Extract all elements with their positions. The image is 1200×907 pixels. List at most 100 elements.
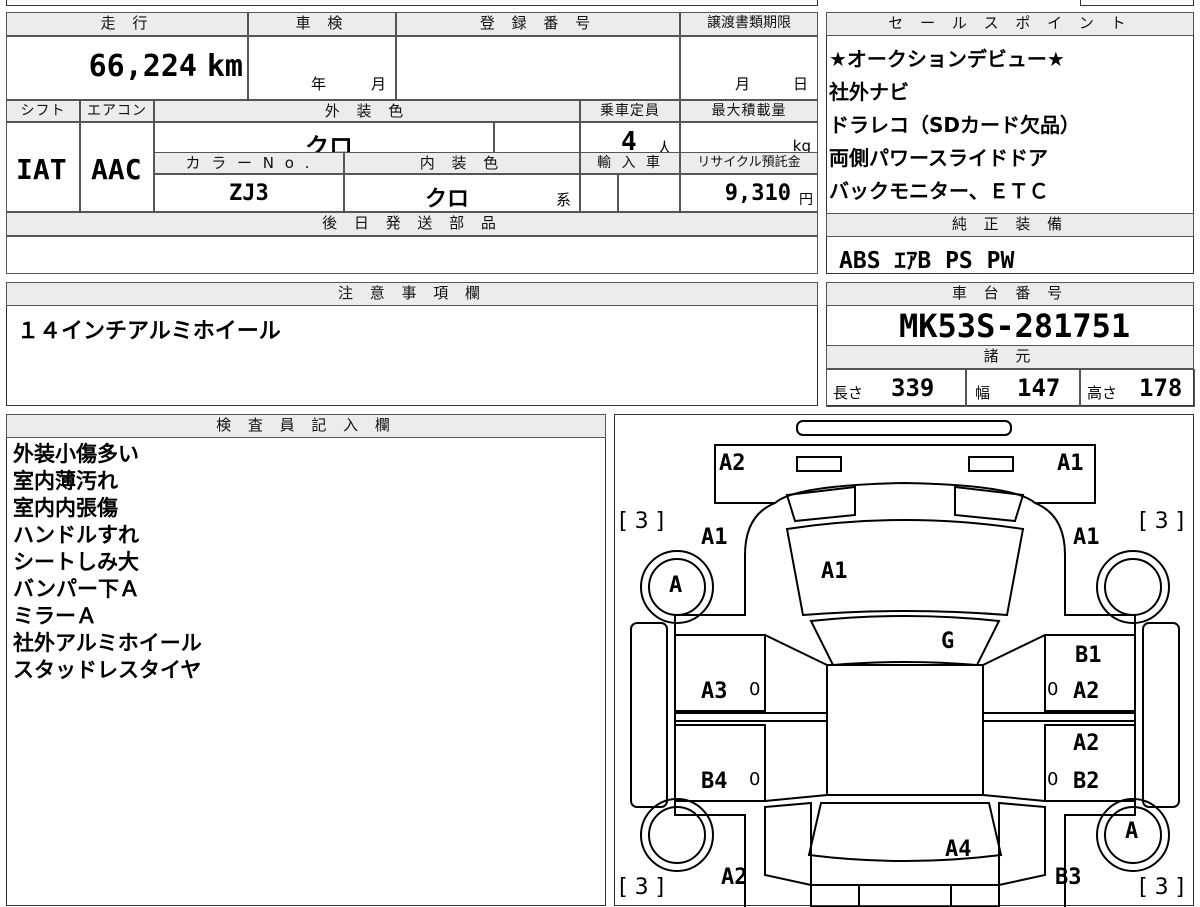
tire-tread-fl: [ 3 ] (619, 509, 665, 534)
damage-zero-mark: 0 (1047, 769, 1059, 790)
equipment-header: 純 正 装 備 (826, 213, 1194, 237)
car-outline-diagram (630, 420, 1180, 907)
aircon-value: AAC (91, 153, 142, 186)
width-cell: 幅 147 (966, 369, 1080, 407)
sales-points-header: セ ー ル ス ポ イ ン ト (826, 12, 1194, 36)
sales-points-panel: セ ー ル ス ポ イ ン ト ★オークションデビュー★ 社外ナビ ドラレコ（S… (826, 12, 1194, 274)
notes-header: 注 意 事 項 欄 (6, 282, 818, 306)
transfer-month-unit: 月 (735, 75, 751, 93)
damage-zero-mark: 0 (1047, 679, 1059, 700)
damage-zero-mark: 0 (749, 769, 761, 790)
inspection-year-unit: 年 (311, 75, 327, 93)
mileage-unit: km (206, 49, 243, 84)
import-cell-a (580, 174, 618, 212)
height-label: 高さ (1087, 384, 1118, 402)
tire-tread-fr: [ 3 ] (1139, 509, 1185, 534)
width-value: 147 (1017, 374, 1061, 402)
top-clipped-strip (6, 0, 818, 6)
color-no-cell: ZJ3 (154, 174, 344, 212)
interior-color-suffix: 系 (555, 191, 571, 209)
aircon-cell: AAC (80, 122, 154, 212)
inspection-month-unit: 月 (371, 75, 387, 93)
import-cell-b (618, 174, 680, 212)
transfer-deadline-cell: 月 日 (680, 36, 818, 100)
recycle-value: 9,310 (724, 181, 791, 206)
damage-rear-right-quarter: B3 (1055, 865, 1082, 890)
registration-header: 登 録 番 号 (396, 12, 680, 36)
damage-front-left-corner: A2 (719, 451, 746, 476)
sales-point-item: バックモニター、ＥＴＣ (829, 179, 1049, 203)
later-parts-cell (6, 236, 818, 274)
damage-rear-left-quarter: A2 (721, 865, 748, 890)
tire-tread-rr: [ 3 ] (1139, 875, 1185, 900)
width-label: 幅 (975, 384, 991, 402)
inspector-note-item: バンパー下Ａ (13, 577, 141, 601)
recycle-cell: 9,310 円 (680, 174, 818, 212)
length-cell: 長さ 339 (826, 369, 966, 407)
damage-left-rear-door: B4 (701, 769, 728, 794)
aircon-header: エアコン (80, 100, 154, 122)
damage-left-front-door: A3 (701, 679, 728, 704)
chassis-number: MK53S-281751 (899, 307, 1131, 345)
color-no-header: カ ラ ー N o . (154, 152, 344, 174)
sales-point-item: 両側パワースライドドア (829, 146, 1048, 170)
inspector-header: 検 査 員 記 入 欄 (6, 414, 606, 438)
damage-right-front-door-1: B1 (1075, 643, 1102, 668)
later-parts-header: 後 日 発 送 部 品 (6, 212, 818, 236)
transfer-day-unit: 日 (793, 75, 809, 93)
inspector-note-item: 外装小傷多い (13, 442, 139, 466)
damage-rear-right-wheel: A (1125, 819, 1139, 844)
inspector-note-item: 室内内張傷 (13, 496, 118, 520)
notes-value: １４インチアルミホイール (17, 319, 281, 344)
inspection-cell: 年 月 (248, 36, 396, 100)
damage-right-fender: A1 (1073, 525, 1100, 550)
capacity-header: 乗車定員 (580, 100, 680, 122)
damage-right-front-door-2: A2 (1073, 679, 1100, 704)
exterior-color-header: 外 装 色 (154, 100, 580, 122)
inspector-note-item: スタッドレスタイヤ (13, 658, 202, 682)
damage-windshield: G (941, 629, 955, 654)
mileage-value: 66,224 (88, 49, 197, 84)
inspector-notes-list: 外装小傷多い 室内薄汚れ 室内内張傷 ハンドルすれ シートしみ大 バンパー下Ａ … (13, 441, 202, 684)
mileage-cell: 66,224 km (6, 36, 248, 100)
notes-panel: 注 意 事 項 欄 １４インチアルミホイール (6, 282, 818, 406)
height-cell: 高さ 178 (1080, 369, 1195, 407)
recycle-header: リサイクル預託金 (680, 152, 818, 174)
tire-tread-rl: [ 3 ] (619, 875, 665, 900)
import-header: 輸 入 車 (580, 152, 680, 174)
damage-hood: A1 (821, 559, 848, 584)
interior-color-header: 内 装 色 (344, 152, 580, 174)
damage-zero-mark: 0 (749, 679, 761, 700)
inspector-note-item: ミラーＡ (13, 604, 97, 628)
color-no-value: ZJ3 (229, 181, 269, 206)
top-clipped-strip-right (1080, 0, 1194, 6)
damage-right-rear-door-2: B2 (1073, 769, 1100, 794)
sales-points-list: ★オークションデビュー★ 社外ナビ ドラレコ（SDカード欠品） 両側パワースライ… (829, 43, 1080, 208)
inspection-header: 車 検 (248, 12, 396, 36)
sales-point-item: ★オークションデビュー★ (829, 47, 1065, 71)
length-value: 339 (891, 374, 935, 402)
shift-cell: IAT (6, 122, 80, 212)
damage-right-rear-door-1: A2 (1073, 731, 1100, 756)
equipment-value: ABS ｴｱB PS PW (839, 248, 1015, 274)
inspector-note-item: ハンドルすれ (13, 523, 139, 547)
inspector-note-item: 社外アルミホイール (13, 631, 202, 655)
damage-front-left-wheel: A (669, 573, 683, 598)
interior-color-value: クロ (425, 187, 470, 212)
shift-header: シフト (6, 100, 80, 122)
inspector-panel: 検 査 員 記 入 欄 外装小傷多い 室内薄汚れ 室内内張傷 ハンドルすれ シー… (6, 414, 606, 906)
inspector-note-item: 室内薄汚れ (13, 469, 118, 493)
sales-point-item: 社外ナビ (829, 80, 909, 104)
chassis-panel: 車 台 番 号 MK53S-281751 諸 元 長さ 339 幅 147 高さ… (826, 282, 1195, 407)
damage-front-right-corner: A1 (1057, 451, 1084, 476)
mileage-header: 走 行 (6, 12, 248, 36)
transfer-deadline-header: 譲渡書類期限 (680, 12, 818, 36)
damage-diagram-panel: [ 3 ] [ 3 ] [ 3 ] [ 3 ] A2 A1 A1 A1 A1 A… (614, 414, 1194, 907)
damage-left-fender: A1 (701, 525, 728, 550)
chassis-header: 車 台 番 号 (826, 282, 1194, 306)
interior-color-cell: クロ 系 (344, 174, 580, 212)
max-load-header: 最大積載量 (680, 100, 818, 122)
shift-value: IAT (16, 153, 67, 186)
height-value: 178 (1139, 374, 1183, 402)
vehicle-info-grid: 走 行 車 検 登 録 番 号 譲渡書類期限 66,224 km 年 月 月 日… (6, 12, 818, 274)
